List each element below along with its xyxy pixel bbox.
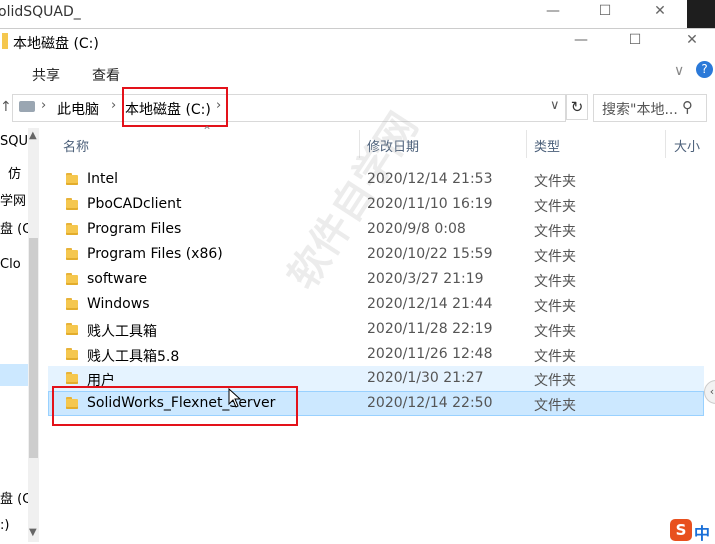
folder-icon — [66, 198, 78, 210]
close-button[interactable]: ✕ — [677, 32, 707, 48]
file-date: 2020/12/14 21:53 — [367, 171, 493, 187]
refresh-button[interactable]: ↻ — [566, 94, 588, 120]
sogou-logo-icon: S — [670, 519, 692, 541]
scroll-up-icon[interactable]: ▲ — [29, 130, 37, 141]
column-header-name[interactable]: 名称 — [63, 136, 89, 155]
selection-highlight-box — [52, 386, 298, 426]
file-row[interactable]: Program Files 2020/9/8 0:08 文件夹 — [48, 217, 704, 242]
file-row[interactable]: Program Files (x86) 2020/10/22 15:59 文件夹 — [48, 242, 704, 267]
background-close-button[interactable]: ✕ — [645, 3, 675, 19]
address-highlight-box — [122, 87, 228, 127]
nav-item[interactable]: 盘 (C — [0, 488, 31, 507]
nav-item[interactable]: 学网 — [0, 190, 26, 209]
breadcrumb-separator-icon[interactable]: › — [111, 98, 116, 113]
nav-scrollbar-thumb[interactable] — [29, 238, 38, 458]
breadcrumb-this-pc[interactable]: 此电脑 — [57, 99, 99, 119]
search-input[interactable]: 搜索"本地... ⚲ — [593, 94, 707, 122]
breadcrumb-separator-icon[interactable]: › — [41, 98, 46, 113]
column-divider[interactable] — [526, 130, 527, 158]
file-date: 2020/3/27 21:19 — [367, 271, 484, 287]
file-date: 2020/9/8 0:08 — [367, 221, 466, 237]
mouse-cursor-icon — [228, 388, 242, 408]
tab-view[interactable]: 查看 — [92, 65, 120, 85]
up-arrow-icon[interactable]: ↑ — [0, 99, 12, 115]
folder-icon — [66, 372, 78, 384]
file-type: 文件夹 — [534, 199, 576, 215]
file-row[interactable]: Intel 2020/12/14 21:53 文件夹 — [48, 167, 704, 192]
file-name: Program Files — [87, 221, 182, 237]
help-icon[interactable]: ? — [696, 61, 713, 78]
address-history-chevron-icon[interactable]: ∨ — [550, 98, 560, 113]
nav-item[interactable]: SQU — [0, 134, 28, 149]
background-window-titlebar: olidSQUAD_ — ☐ ✕ — [0, 0, 715, 28]
scroll-down-icon[interactable]: ▼ — [29, 527, 37, 538]
file-name: Intel — [87, 171, 118, 187]
folder-icon — [66, 348, 78, 360]
background-taskbar-edge — [687, 0, 715, 28]
file-row[interactable]: Windows 2020/12/14 21:44 文件夹 — [48, 292, 704, 317]
column-header-type[interactable]: 类型 — [534, 136, 560, 155]
file-type: 文件夹 — [534, 174, 576, 190]
file-type: 文件夹 — [534, 373, 576, 389]
file-name: Windows — [87, 296, 150, 312]
file-row[interactable]: 贱人工具箱 2020/11/28 22:19 文件夹 — [48, 317, 704, 342]
ime-mode-label: 中 — [694, 524, 711, 543]
maximize-button[interactable]: ☐ — [620, 32, 650, 48]
ribbon-expand-icon[interactable]: ∨ — [674, 63, 684, 79]
folder-icon — [66, 298, 78, 310]
background-window-title: olidSQUAD_ — [0, 4, 81, 20]
file-date: 2020/11/10 16:19 — [367, 196, 493, 212]
column-header-size[interactable]: 大小 — [674, 136, 700, 155]
column-divider[interactable] — [665, 130, 666, 158]
file-date: 2020/11/28 22:19 — [367, 321, 493, 337]
nav-item[interactable]: Clo — [0, 257, 21, 272]
folder-icon — [66, 323, 78, 335]
ime-indicator[interactable]: S 中 — [670, 517, 715, 543]
file-type: 文件夹 — [534, 224, 576, 240]
search-placeholder: 搜索"本地... — [602, 102, 678, 118]
nav-selected-highlight — [0, 364, 28, 386]
file-date: 2020/12/14 21:44 — [367, 296, 493, 312]
nav-item[interactable]: :) — [0, 518, 9, 533]
search-icon[interactable]: ⚲ — [682, 98, 693, 116]
file-date: 2020/11/26 12:48 — [367, 346, 493, 362]
file-type: 文件夹 — [534, 349, 576, 365]
tab-share[interactable]: 共享 — [32, 65, 60, 85]
file-name: 贱人工具箱 — [87, 324, 157, 340]
ribbon-tabs: 共享 查看 ∨ ? — [0, 59, 715, 89]
file-row[interactable]: software 2020/3/27 21:19 文件夹 — [48, 267, 704, 292]
file-type: 文件夹 — [534, 324, 576, 340]
background-maximize-button[interactable]: ☐ — [590, 3, 620, 19]
file-type: 文件夹 — [534, 249, 576, 265]
file-name: 贱人工具箱5.8 — [87, 349, 180, 365]
folder-icon — [66, 273, 78, 285]
file-name: Program Files (x86) — [87, 246, 223, 262]
file-date: 2020/1/30 21:27 — [367, 370, 484, 386]
minimize-button[interactable]: — — [566, 32, 596, 48]
nav-item[interactable]: 盘 (C — [0, 218, 31, 237]
window-folder-icon — [2, 33, 8, 49]
folder-icon — [66, 223, 78, 235]
sort-indicator-icon: ⌃ — [202, 124, 213, 138]
side-expand-icon[interactable]: ‹ — [704, 380, 715, 404]
background-minimize-button[interactable]: — — [538, 3, 568, 19]
nav-item[interactable]: 仿 — [8, 163, 21, 182]
window-titlebar: 本地磁盘 (C:) — ☐ ✕ — [0, 29, 715, 59]
file-type: 文件夹 — [534, 274, 576, 290]
file-date: 2020/10/22 15:59 — [367, 246, 493, 262]
file-date: 2020/12/14 22:50 — [367, 395, 493, 411]
file-row[interactable]: PboCADclient 2020/11/10 16:19 文件夹 — [48, 192, 704, 217]
window-title: 本地磁盘 (C:) — [13, 36, 99, 52]
file-name: software — [87, 271, 148, 287]
file-name: PboCADclient — [87, 196, 182, 212]
drive-icon — [19, 101, 35, 112]
folder-icon — [66, 173, 78, 185]
file-type: 文件夹 — [534, 299, 576, 315]
file-row[interactable]: 贱人工具箱5.8 2020/11/26 12:48 文件夹 — [48, 342, 704, 367]
folder-icon — [66, 248, 78, 260]
file-type: 文件夹 — [534, 398, 576, 414]
address-bar[interactable]: › 此电脑 › 本地磁盘 (C:) › ∨ — [12, 94, 566, 122]
